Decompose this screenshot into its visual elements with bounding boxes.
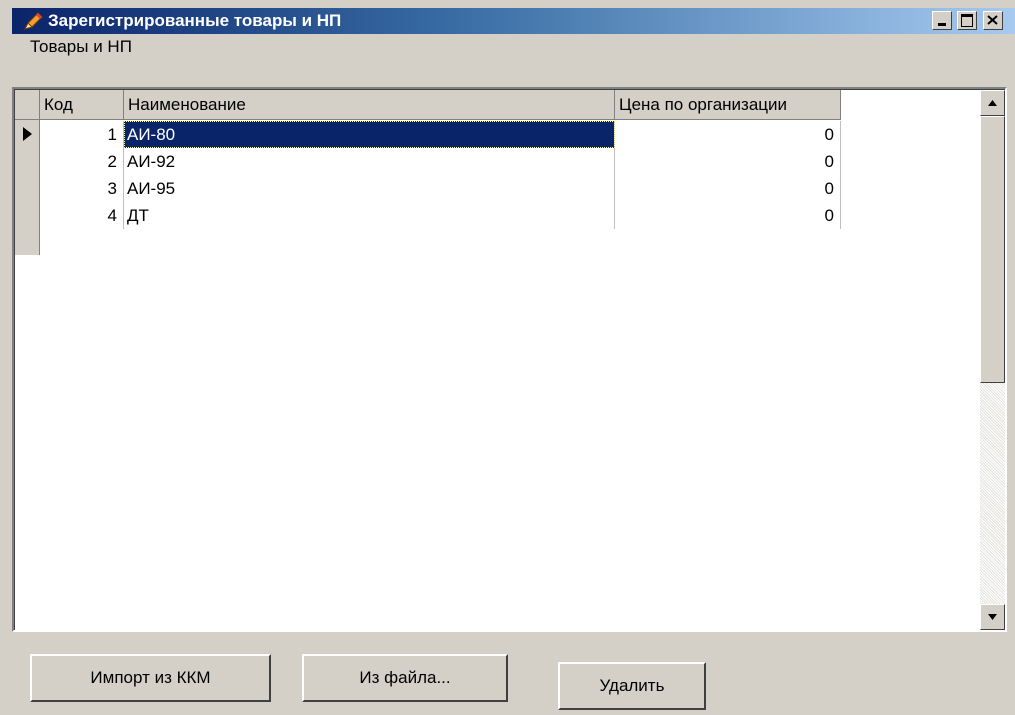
row-pointer-icon xyxy=(23,127,32,141)
title-bar[interactable]: Зарегистрированные товары и НП xyxy=(12,8,1015,34)
cell-name[interactable]: АИ-80 xyxy=(124,121,615,148)
column-header-price[interactable]: Цена по организации xyxy=(615,90,841,120)
pencil-icon xyxy=(22,11,44,31)
column-header-code[interactable]: Код xyxy=(40,90,124,120)
delete-button[interactable]: Удалить xyxy=(558,662,706,710)
cell-code[interactable]: 3 xyxy=(39,175,124,202)
main-window: Зарегистрированные товары и НП Товары и … xyxy=(0,0,1015,715)
vertical-scrollbar[interactable] xyxy=(980,90,1005,630)
minimize-button[interactable] xyxy=(932,11,952,30)
arrow-up-icon xyxy=(988,100,997,106)
cell-name[interactable]: АИ-95 xyxy=(124,175,615,202)
from-file-button[interactable]: Из файла... xyxy=(302,654,508,702)
scroll-up-button[interactable] xyxy=(980,90,1005,116)
maximize-icon xyxy=(961,14,973,27)
minimize-icon xyxy=(938,23,946,26)
window-title: Зарегистрированные товары и НП xyxy=(48,11,342,30)
cell-price[interactable]: 0 xyxy=(615,202,841,229)
arrow-down-icon xyxy=(988,614,997,620)
cell-name[interactable]: ДТ xyxy=(124,202,615,229)
column-header-name[interactable]: Наименование xyxy=(124,90,615,120)
cell-price[interactable]: 0 xyxy=(615,148,841,175)
cell-price[interactable]: 0 xyxy=(615,175,841,202)
cell-code[interactable]: 1 xyxy=(39,121,124,148)
maximize-button[interactable] xyxy=(957,11,977,30)
import-from-kkm-button[interactable]: Импорт из ККМ xyxy=(30,654,271,702)
cell-name[interactable]: АИ-92 xyxy=(124,148,615,175)
menu-item-goods[interactable]: Товары и НП xyxy=(30,37,132,57)
cell-code[interactable]: 4 xyxy=(39,202,124,229)
goods-grid[interactable]: Код Наименование Цена по организации 1 А… xyxy=(12,87,1007,632)
scroll-down-button[interactable] xyxy=(980,604,1005,630)
close-button[interactable] xyxy=(983,11,1003,30)
close-icon xyxy=(987,15,998,25)
menu-bar: Товары и НП xyxy=(12,34,1015,60)
cell-code[interactable]: 2 xyxy=(39,148,124,175)
scroll-thumb[interactable] xyxy=(980,116,1005,383)
cell-price[interactable]: 0 xyxy=(615,121,841,148)
header-corner xyxy=(15,90,40,120)
